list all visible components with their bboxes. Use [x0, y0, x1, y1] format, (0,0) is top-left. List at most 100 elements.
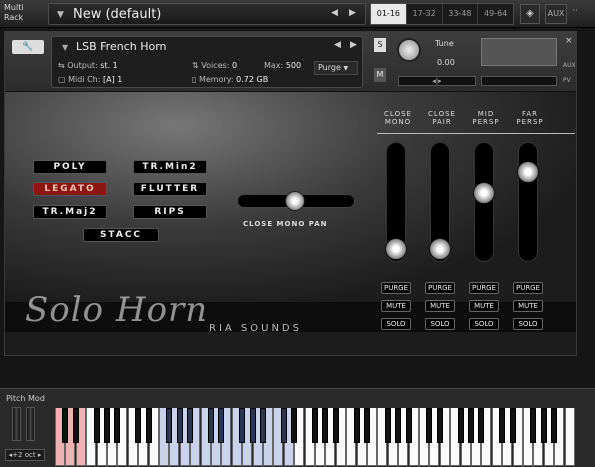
black-key[interactable] — [364, 408, 370, 443]
black-key[interactable] — [322, 408, 329, 443]
octave-selector[interactable]: ◂+2 oct ▸ — [5, 449, 45, 461]
fader-close-pair-handle[interactable] — [429, 238, 451, 260]
multi-rack-label-line1: Multi — [4, 3, 24, 12]
wrench-icon[interactable]: 🔧 — [12, 40, 44, 54]
preset-prev-icon[interactable]: ◀ — [331, 8, 338, 18]
black-key[interactable] — [280, 408, 287, 443]
close-icon[interactable]: × — [565, 36, 573, 46]
memory-label: ▯ Memory: 0.72 GB — [192, 75, 269, 84]
purge-far-persp-button[interactable]: PURGE — [513, 282, 543, 294]
mic-label-far-persp: FAR PERSP — [516, 110, 544, 126]
mute-close-pair-button[interactable]: MUTE — [425, 300, 455, 312]
black-key[interactable] — [530, 408, 537, 443]
articulation-flutter-button[interactable]: FLUTTER — [133, 182, 207, 196]
instrument-dropdown-icon[interactable]: ▼ — [62, 43, 68, 52]
black-key[interactable] — [218, 408, 225, 443]
output-value[interactable]: st. 1 — [100, 61, 117, 70]
black-key[interactable] — [72, 408, 79, 443]
tab-bank-49-64[interactable]: 49-64 — [478, 4, 513, 24]
white-key[interactable] — [564, 408, 575, 466]
tab-bank-17-32[interactable]: 17-32 — [407, 4, 443, 24]
articulation-stacc-button[interactable]: STACC — [83, 228, 159, 242]
instrument-footer — [5, 332, 576, 355]
purge-mid-persp-button[interactable]: PURGE — [469, 282, 499, 294]
bank-tabs: 01-16 17-32 33-48 49-64 — [370, 3, 514, 25]
voices-value: 0 — [231, 61, 238, 70]
solo-far-persp-button[interactable]: SOLO — [513, 318, 543, 330]
tune-knob[interactable] — [397, 38, 421, 62]
articulation-poly-button[interactable]: POLY — [33, 160, 107, 174]
fader-far-persp[interactable] — [518, 142, 538, 262]
articulation-trmaj2-button[interactable]: TR.Maj2 — [33, 205, 107, 219]
rack-options-icon[interactable]: ·· — [572, 6, 578, 16]
mute-mid-persp-button[interactable]: MUTE — [469, 300, 499, 312]
preset-dropdown-icon[interactable]: ▼ — [57, 10, 64, 20]
fader-far-persp-handle[interactable] — [517, 161, 539, 183]
rack-view-toggle-icon[interactable]: ◈ — [520, 4, 540, 24]
volume-slider[interactable] — [481, 76, 557, 86]
tune-value: 0.00 — [437, 58, 455, 67]
max-voices-value[interactable]: 500 — [286, 61, 301, 70]
purge-dropdown[interactable]: Purge ▼ — [314, 61, 358, 75]
black-key[interactable] — [239, 408, 246, 443]
midi-channel-value[interactable]: [A] 1 — [103, 75, 122, 84]
solo-close-mono-button[interactable]: SOLO — [381, 318, 411, 330]
black-key[interactable] — [114, 408, 121, 443]
mod-wheel[interactable] — [26, 407, 35, 441]
pitch-wheel[interactable] — [12, 407, 21, 441]
black-key[interactable] — [104, 408, 110, 443]
preset-selector[interactable]: ▼ New (default) ◀ ▶ — [48, 3, 366, 25]
black-key[interactable] — [93, 408, 100, 443]
multi-rack-label: Multi Rack — [4, 3, 40, 23]
solo-mid-persp-button[interactable]: SOLO — [469, 318, 499, 330]
black-key[interactable] — [62, 408, 69, 443]
voices-label: ⇅ Voices: 0 — [192, 61, 238, 70]
black-key[interactable] — [457, 408, 464, 443]
articulation-rips-button[interactable]: RIPS — [133, 205, 207, 219]
black-key[interactable] — [332, 408, 339, 443]
preset-next-icon[interactable]: ▶ — [349, 8, 356, 18]
mic-labels: CLOSE MONO CLOSE PAIR MID PERSP FAR PERSP — [377, 110, 576, 130]
black-key[interactable] — [176, 408, 183, 443]
instrument-prev-icon[interactable]: ◀ — [334, 40, 341, 50]
black-key[interactable] — [384, 408, 391, 443]
black-key[interactable] — [312, 408, 318, 443]
aux-button[interactable]: AUX — [545, 4, 567, 24]
black-key[interactable] — [426, 408, 433, 443]
mute-instrument-button[interactable]: M — [374, 68, 386, 82]
solo-instrument-button[interactable]: S — [374, 38, 386, 52]
black-key[interactable] — [260, 408, 266, 443]
black-key[interactable] — [145, 408, 152, 443]
instrument-pan-slider[interactable]: ◂|▸ — [398, 76, 476, 86]
black-key[interactable] — [540, 408, 547, 443]
tab-bank-01-16[interactable]: 01-16 — [371, 4, 407, 24]
black-key[interactable] — [135, 408, 142, 443]
black-key[interactable] — [509, 408, 516, 443]
fader-close-mono-handle[interactable] — [385, 238, 407, 260]
black-key[interactable] — [208, 408, 214, 443]
black-key[interactable] — [187, 408, 194, 443]
close-mono-pan-handle[interactable] — [285, 191, 305, 211]
tab-bank-33-48[interactable]: 33-48 — [443, 4, 479, 24]
mute-close-mono-button[interactable]: MUTE — [381, 300, 411, 312]
purge-close-pair-button[interactable]: PURGE — [425, 282, 455, 294]
purge-close-mono-button[interactable]: PURGE — [381, 282, 411, 294]
articulation-legato-button[interactable]: LEGATO — [33, 182, 107, 196]
mute-far-persp-button[interactable]: MUTE — [513, 300, 543, 312]
black-key[interactable] — [405, 408, 412, 443]
black-key[interactable] — [478, 408, 485, 443]
piano-keyboard[interactable] — [55, 408, 579, 466]
black-key[interactable] — [468, 408, 474, 443]
black-key[interactable] — [551, 408, 558, 443]
fader-mid-persp-handle[interactable] — [473, 182, 495, 204]
articulation-trmin2-button[interactable]: TR.Min2 — [133, 160, 207, 174]
black-key[interactable] — [249, 408, 256, 443]
instrument-next-icon[interactable]: ▶ — [350, 40, 357, 50]
black-key[interactable] — [436, 408, 443, 443]
black-key[interactable] — [291, 408, 298, 443]
black-key[interactable] — [499, 408, 506, 443]
black-key[interactable] — [353, 408, 360, 443]
black-key[interactable] — [395, 408, 402, 443]
black-key[interactable] — [166, 408, 173, 443]
solo-close-pair-button[interactable]: SOLO — [425, 318, 455, 330]
